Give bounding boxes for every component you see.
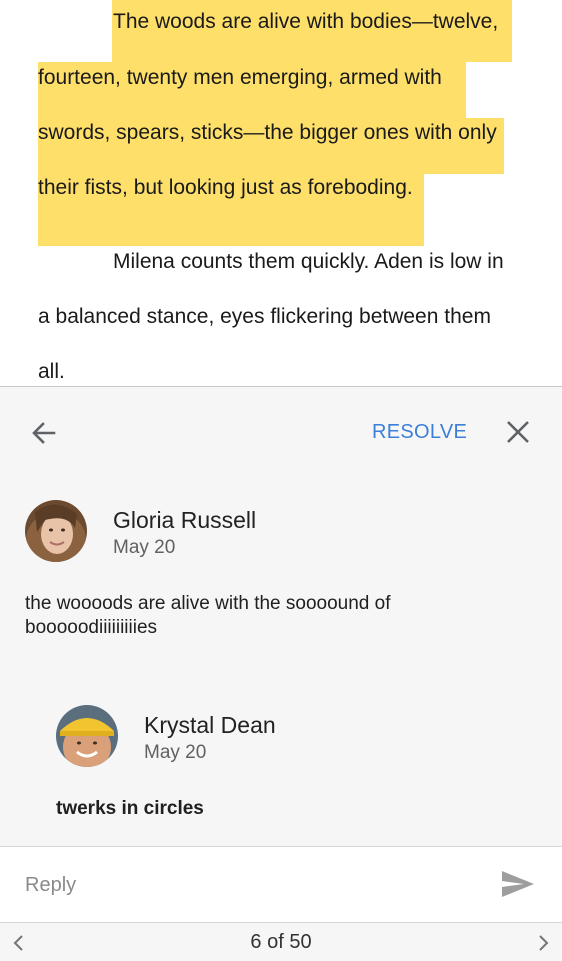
comment-date: May 20 <box>113 537 176 558</box>
close-icon[interactable] <box>504 418 532 446</box>
doc-line: their fists, but looking just as forebod… <box>38 176 413 199</box>
send-icon[interactable] <box>500 869 536 899</box>
doc-line: swords, spears, sticks—the bigger ones w… <box>38 121 497 144</box>
reply-date: May 20 <box>144 742 207 763</box>
comment-author: Gloria Russell <box>113 507 257 533</box>
comment-pager: 6 of 50 <box>0 922 562 961</box>
reply-bar <box>0 846 562 922</box>
pager-label: 6 of 50 <box>250 931 312 953</box>
comment-text: the woooods are alive with the soooound … <box>25 593 391 638</box>
doc-line: a balanced stance, eyes flickering betwe… <box>38 305 491 328</box>
doc-line: Milena counts them quickly. Aden is low … <box>113 250 504 273</box>
avatar <box>25 500 87 562</box>
doc-line: fourteen, twenty men emerging, armed wit… <box>38 66 442 89</box>
arrow-left-icon[interactable] <box>28 417 60 449</box>
resolve-button[interactable]: RESOLVE <box>372 421 467 444</box>
comment-panel: RESOLVE Gloria Russell May 20 the wooood… <box>0 386 562 961</box>
document-area: The woods are alive with bodies—twelve, … <box>0 0 562 386</box>
reply-author: Krystal Dean <box>144 712 276 738</box>
doc-line: all. <box>38 360 65 383</box>
reply-input[interactable] <box>25 871 445 899</box>
doc-line: The woods are alive with bodies—twelve, <box>113 10 499 33</box>
avatar <box>56 705 118 767</box>
chevron-right-icon[interactable] <box>534 933 552 953</box>
reply-text: twerks in circles <box>56 798 204 819</box>
